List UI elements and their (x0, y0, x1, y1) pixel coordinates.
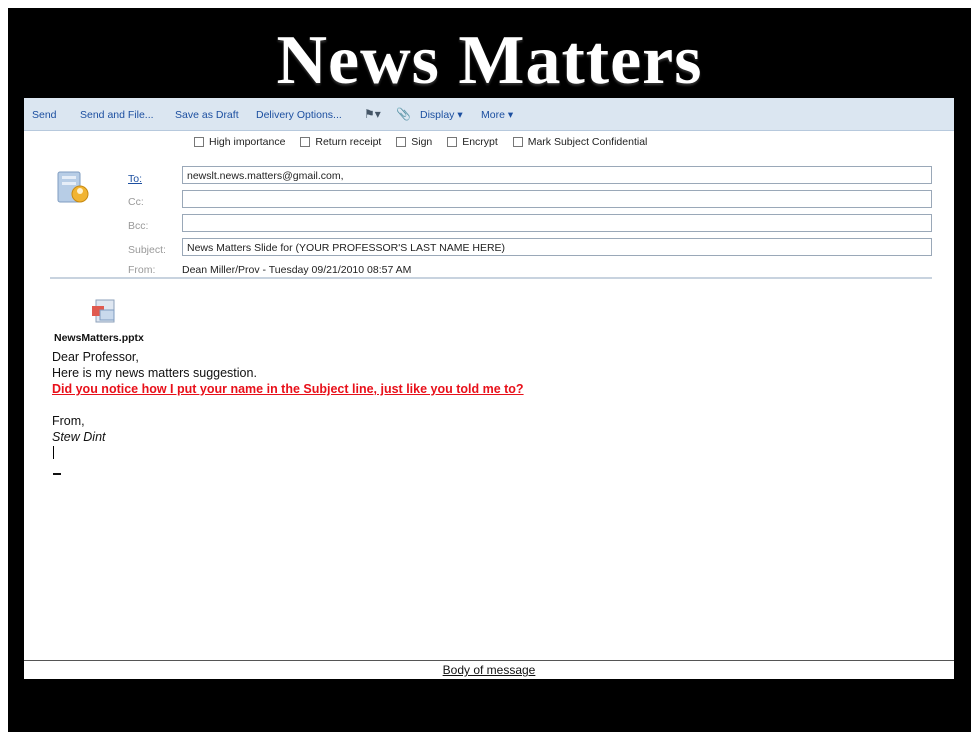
compose-toolbar: Send Send and File... Save as Draft Deli… (24, 98, 954, 131)
email-compose-window: Send Send and File... Save as Draft Deli… (24, 98, 954, 660)
attachment-name[interactable]: NewsMatters.pptx (54, 332, 144, 344)
from-value: Dean Miller/Prov - Tuesday 09/21/2010 08… (182, 264, 412, 276)
to-label[interactable]: To: (128, 173, 142, 185)
delivery-options-button[interactable]: Delivery Options... (256, 109, 342, 121)
encrypt-checkbox[interactable] (447, 137, 458, 148)
caption-text: Body of message (442, 663, 536, 677)
subject-field[interactable]: News Matters Slide for (YOUR PROFESSOR'S… (182, 238, 932, 256)
body-line-1: Here is my news matters suggestion. (52, 366, 257, 380)
high-importance-option[interactable]: High importance (194, 136, 285, 148)
to-field[interactable]: newslt.news.matters@gmail.com, (182, 166, 932, 184)
subject-label: Subject: (128, 244, 166, 256)
delivery-options-row: High importance Return receipt Sign Encr… (194, 136, 659, 150)
sign-label: Sign (411, 136, 433, 148)
bcc-label: Bcc: (128, 220, 149, 232)
encrypt-label: Encrypt (462, 136, 498, 148)
body-signature: Stew Dint (52, 430, 106, 444)
send-button[interactable]: Send (32, 109, 57, 121)
body-greeting: Dear Professor, (52, 350, 139, 364)
return-receipt-checkbox[interactable] (300, 137, 311, 148)
body-line-2: Did you notice how I put your name in th… (52, 382, 524, 396)
encrypt-option[interactable]: Encrypt (447, 136, 498, 148)
display-menu-button[interactable]: Display ▾ (420, 109, 463, 121)
from-label: From: (128, 264, 156, 276)
flag-icon[interactable]: ⚑▾ (364, 107, 381, 121)
header-divider (50, 277, 932, 279)
high-importance-checkbox[interactable] (194, 137, 204, 148)
mark-confidential-option[interactable]: Mark Subject Confidential (512, 136, 648, 148)
sign-checkbox[interactable] (396, 137, 407, 148)
sign-option[interactable]: Sign (396, 136, 432, 148)
signature-dash (53, 473, 61, 475)
body-closing: From, (52, 414, 85, 428)
address-book-icon[interactable] (56, 168, 92, 208)
return-receipt-option[interactable]: Return receipt (300, 136, 381, 148)
send-and-file-button[interactable]: Send and File... (80, 109, 154, 121)
more-menu-button[interactable]: More ▾ (481, 109, 513, 121)
slide-title: News Matters (276, 22, 703, 99)
caption-bar: Body of message (24, 660, 954, 679)
text-cursor (53, 446, 54, 459)
bcc-field[interactable] (182, 214, 932, 232)
paperclip-icon[interactable]: 📎 (396, 107, 411, 121)
save-as-draft-button[interactable]: Save as Draft (175, 109, 239, 121)
mark-confidential-label: Mark Subject Confidential (527, 136, 648, 148)
mark-confidential-checkbox[interactable] (512, 137, 523, 148)
cc-label: Cc: (128, 196, 144, 208)
return-receipt-label: Return receipt (315, 136, 382, 148)
pptx-file-icon[interactable] (90, 298, 120, 326)
high-importance-label: High importance (209, 136, 286, 148)
cc-field[interactable] (182, 190, 932, 208)
